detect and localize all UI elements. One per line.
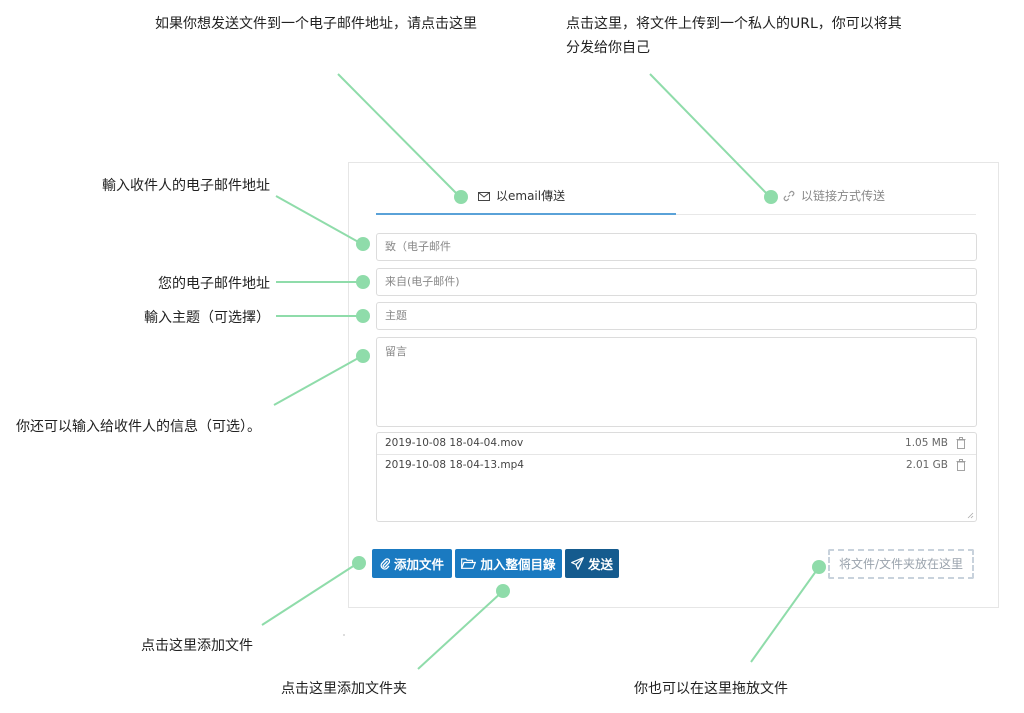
add-files-label: 添加文件: [393, 557, 444, 572]
annotation-email-tab: 如果你想发送文件到一个电子邮件地址，请点击这里: [155, 16, 477, 32]
resize-handle-icon[interactable]: [967, 512, 974, 519]
add-files-button[interactable]: 添加文件: [372, 549, 452, 578]
callout-line-add-files: [261, 562, 359, 626]
paperclip-icon: [380, 558, 390, 570]
paper-plane-icon: [571, 557, 584, 570]
to-email-field[interactable]: 致（电子邮件: [376, 233, 977, 261]
annotation-add-files: 点击这里添加文件: [141, 638, 253, 654]
file-name: 2019-10-08 18-04-04.mov: [385, 437, 524, 449]
send-label: 发送: [587, 557, 613, 572]
annotation-drop-zone: 你也可以在这里拖放文件: [634, 681, 788, 697]
annotation-add-folder: 点击这里添加文件夹: [281, 681, 407, 697]
send-button[interactable]: 发送: [565, 549, 619, 578]
file-list: 2019-10-08 18-04-04.mov 1.05 MB 2019-10-…: [376, 432, 977, 522]
tab-link[interactable]: 以链接方式传送: [783, 186, 885, 206]
file-name: 2019-10-08 18-04-13.mp4: [385, 459, 524, 471]
annotation-to-field: 輸入收件人的电子邮件地址: [102, 178, 270, 194]
drop-zone[interactable]: 将文件/文件夹放在这里: [828, 549, 974, 579]
trash-icon[interactable]: [956, 437, 966, 449]
add-folder-label: 加入整個目錄: [480, 557, 556, 572]
file-size: 2.01 GB: [905, 459, 948, 471]
tab-active-indicator: [376, 213, 676, 215]
tab-email-label: 以email傳送: [496, 189, 566, 203]
annotation-message-field: 你还可以输入给收件人的信息（可选）。: [16, 419, 261, 435]
annotation-from-field: 您的电子邮件地址: [158, 276, 270, 292]
stray-dot: [343, 634, 345, 636]
file-row: 2019-10-08 18-04-04.mov 1.05 MB: [377, 433, 976, 455]
from-email-field[interactable]: 来自(电子邮件): [376, 268, 977, 296]
trash-icon[interactable]: [956, 459, 966, 471]
tab-link-label: 以链接方式传送: [801, 189, 886, 203]
file-size: 1.05 MB: [905, 437, 948, 449]
tab-email[interactable]: 以email傳送: [478, 186, 565, 206]
annotation-subject-field: 輸入主题（可选擇）: [144, 310, 270, 326]
annotation-link-tab: 点击这里，将文件上传到一个私人的URL，你可以将其分发给你自己: [566, 16, 902, 56]
folder-open-icon: [461, 558, 477, 569]
file-row: 2019-10-08 18-04-13.mp4 2.01 GB: [377, 455, 976, 477]
subject-field[interactable]: 主题: [376, 302, 977, 330]
message-field[interactable]: 留言: [376, 337, 977, 427]
link-icon: [783, 190, 795, 202]
envelope-icon: [478, 191, 490, 201]
add-folder-button[interactable]: 加入整個目錄: [455, 549, 562, 578]
